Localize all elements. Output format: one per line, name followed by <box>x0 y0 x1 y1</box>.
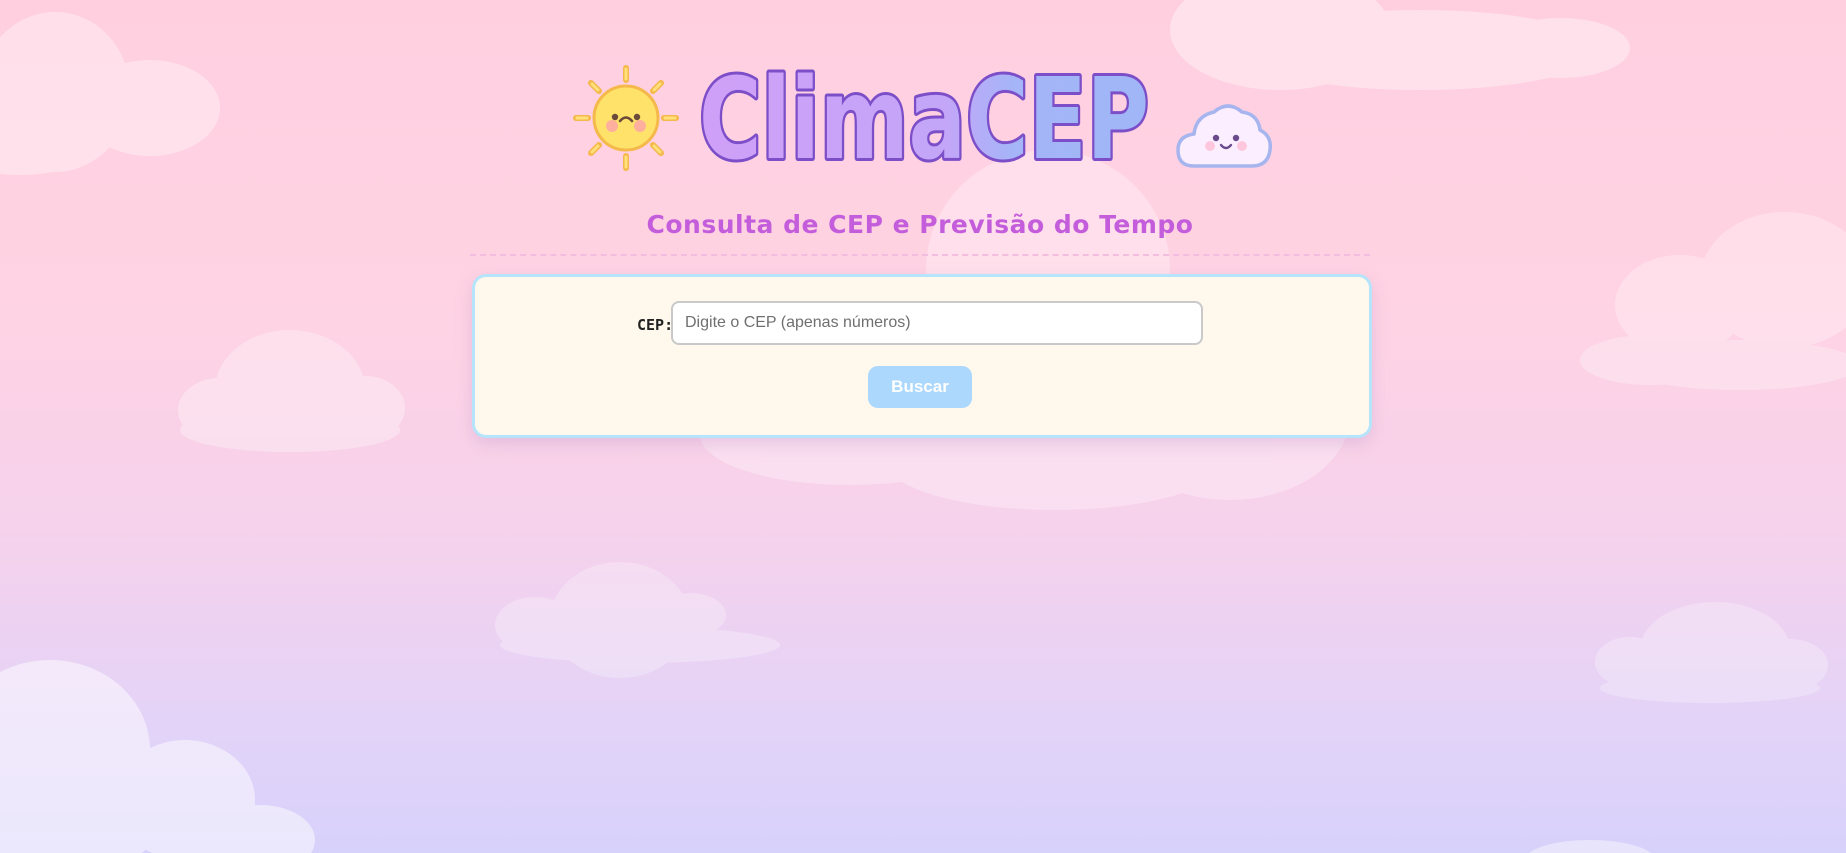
cep-label: CEP: <box>637 316 674 334</box>
sun-icon <box>573 65 679 171</box>
subtitle-divider <box>470 254 1370 256</box>
search-button[interactable]: Buscar <box>868 366 972 408</box>
app-logo: ClimaCEP <box>560 40 1280 186</box>
cloud-face-icon <box>1176 104 1273 168</box>
search-card: CEP: Buscar <box>472 274 1372 438</box>
page-subtitle: Consulta de CEP e Previsão do Tempo <box>646 210 1194 239</box>
logo-wordmark: ClimaCEP <box>696 52 1152 186</box>
logo-text: ClimaCEP <box>699 55 1149 185</box>
cep-input[interactable] <box>671 301 1203 345</box>
